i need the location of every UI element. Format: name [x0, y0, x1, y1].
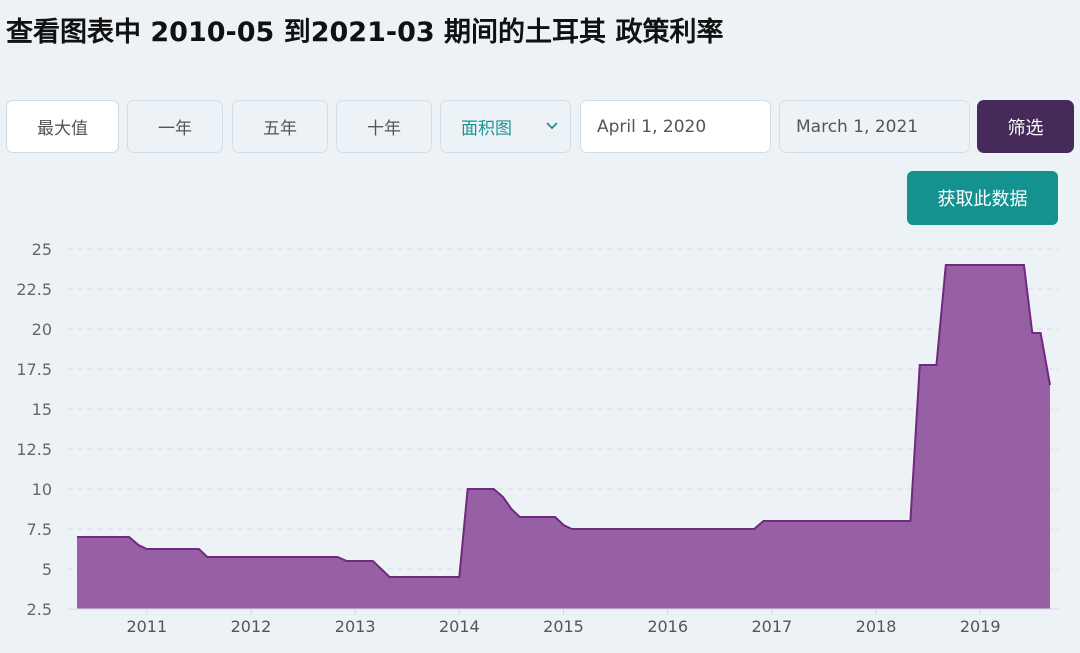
- x-tick-label: 2012: [231, 617, 272, 636]
- x-tick-label: 2018: [856, 617, 897, 636]
- y-tick-label: 15: [32, 400, 52, 419]
- chart-series: [77, 264, 1051, 609]
- y-axis-ticks: 2.5 5 7.5 10 12.5 15 17.5 20 22.5 25: [16, 240, 52, 619]
- area-chart: 2.5 5 7.5 10 12.5 15 17.5 20 22.5 25 2011 2012 2013…: [16, 240, 1060, 636]
- y-tick-label: 25: [32, 240, 52, 259]
- y-tick-label: 5: [42, 560, 52, 579]
- y-tick-label: 22.5: [16, 280, 52, 299]
- y-tick-label: 12.5: [16, 440, 52, 459]
- y-tick-label: 10: [32, 480, 52, 499]
- x-tick-label: 2015: [543, 617, 584, 636]
- x-tick-label: 2016: [647, 617, 688, 636]
- x-tick-label: 2019: [960, 617, 1001, 636]
- y-tick-label: 20: [32, 320, 52, 339]
- y-tick-label: 2.5: [27, 600, 52, 619]
- x-axis-ticks: 2011 2012 2013 2014 2015 2016 2017 2018 2019: [67, 608, 1060, 636]
- y-tick-label: 17.5: [16, 360, 52, 379]
- x-tick-label: 2011: [126, 617, 167, 636]
- x-tick-label: 2013: [335, 617, 376, 636]
- x-tick-label: 2014: [439, 617, 480, 636]
- y-tick-label: 7.5: [27, 520, 52, 539]
- x-tick-label: 2017: [751, 617, 792, 636]
